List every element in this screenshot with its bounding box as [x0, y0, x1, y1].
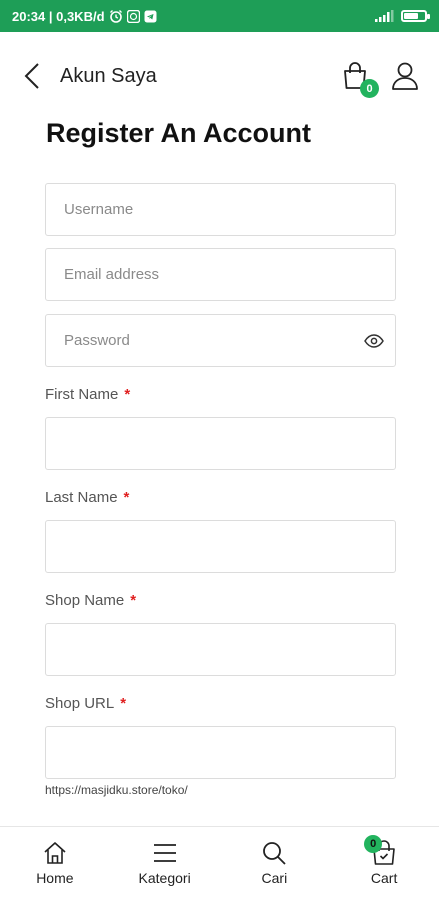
email-field — [45, 248, 396, 301]
shop-url-input[interactable] — [46, 727, 395, 778]
cart-button[interactable]: 0 — [339, 58, 379, 98]
battery-icon — [401, 10, 430, 22]
username-input[interactable] — [46, 184, 395, 235]
nav-cart-count-badge: 0 — [364, 835, 383, 853]
shop-url-label-text: Shop URL — [45, 695, 115, 712]
required-mark: * — [130, 592, 137, 609]
last-name-label: Last Name * — [45, 489, 129, 506]
bottom-nav: Home Kategori Cari 0 Cart — [0, 826, 439, 900]
first-name-label-text: First Name — [45, 386, 119, 403]
nav-item-kategori[interactable]: Kategori — [110, 827, 220, 900]
header-actions: 0 — [339, 58, 421, 98]
last-name-field — [45, 520, 396, 573]
page-header-title: Akun Saya — [60, 64, 157, 87]
back-button[interactable] — [18, 56, 46, 96]
account-button[interactable] — [389, 58, 421, 94]
username-field — [45, 183, 396, 236]
first-name-input[interactable] — [46, 418, 395, 469]
status-right — [371, 10, 430, 22]
shop-url-label: Shop URL * — [45, 695, 126, 712]
menu-icon — [151, 839, 179, 867]
status-bar: 20:34 | 0,3KB/d — [0, 0, 439, 32]
alarm-icon — [109, 9, 123, 23]
shop-url-field — [45, 726, 396, 779]
shop-name-input[interactable] — [46, 624, 395, 675]
required-mark: * — [123, 489, 130, 506]
shop-name-field — [45, 623, 396, 676]
whatsapp-icon — [126, 9, 140, 23]
user-icon — [392, 62, 418, 90]
first-name-label: First Name * — [45, 386, 130, 403]
password-input[interactable] — [46, 315, 395, 366]
signal-icon — [371, 10, 395, 22]
search-icon — [260, 839, 288, 867]
nav-item-home[interactable]: Home — [0, 827, 110, 900]
nav-label-home: Home — [36, 870, 74, 886]
eye-icon — [364, 334, 384, 348]
nav-item-cari[interactable]: Cari — [220, 827, 330, 900]
nav-item-cart[interactable]: 0 Cart — [329, 827, 439, 900]
page-title: Register An Account — [46, 118, 312, 148]
required-mark: * — [120, 695, 127, 712]
telegram-icon — [144, 10, 157, 23]
required-mark: * — [124, 386, 131, 403]
nav-label-cari: Cari — [261, 870, 288, 886]
last-name-label-text: Last Name — [45, 489, 118, 506]
shop-url-hint: https://masjidku.store/toko/ — [45, 783, 188, 797]
show-password-button[interactable] — [363, 330, 385, 352]
cart-icon: 0 — [364, 835, 398, 867]
cart-count-badge: 0 — [360, 79, 379, 98]
password-field — [45, 314, 396, 367]
email-input[interactable] — [46, 249, 395, 300]
first-name-field — [45, 417, 396, 470]
home-icon — [41, 839, 69, 867]
chevron-left-icon — [24, 63, 39, 89]
status-time: 20:34 | 0,3KB/d — [12, 8, 105, 24]
status-left: 20:34 | 0,3KB/d — [12, 9, 157, 24]
shop-name-label-text: Shop Name — [45, 592, 125, 609]
battery-level — [404, 13, 419, 19]
nav-label-kategori: Kategori — [138, 870, 191, 886]
last-name-input[interactable] — [46, 521, 395, 572]
nav-label-cart: Cart — [370, 870, 398, 886]
shop-name-label: Shop Name * — [45, 592, 136, 609]
app-header: Akun Saya 0 — [0, 32, 439, 120]
